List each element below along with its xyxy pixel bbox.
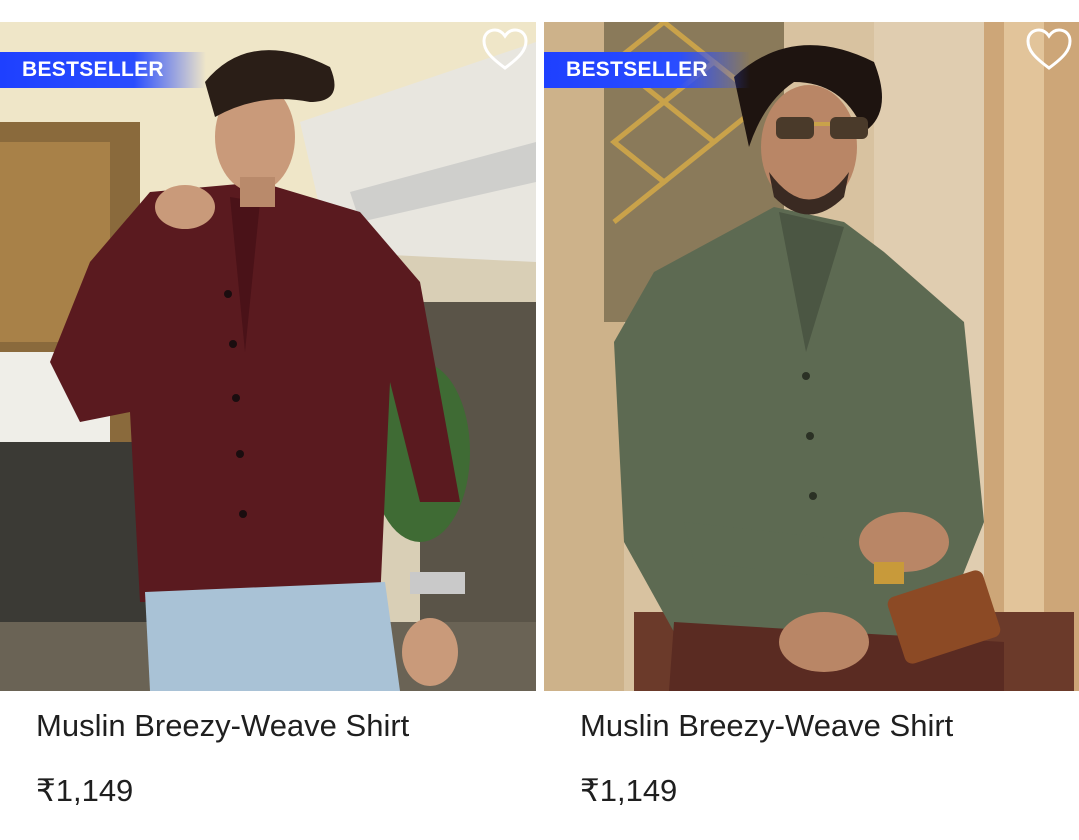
product-image[interactable]: BESTSELLER bbox=[0, 22, 536, 691]
bestseller-badge: BESTSELLER bbox=[544, 52, 750, 88]
product-photo-olive-shirt bbox=[544, 22, 1079, 691]
product-title[interactable]: Muslin Breezy-Weave Shirt bbox=[36, 708, 409, 744]
bestseller-badge: BESTSELLER bbox=[0, 52, 206, 88]
wishlist-heart-icon[interactable] bbox=[1024, 26, 1074, 74]
product-card[interactable]: BESTSELLER Muslin Breezy-Weave Shirt ₹1,… bbox=[0, 22, 536, 822]
wishlist-heart-icon[interactable] bbox=[480, 26, 530, 74]
product-card[interactable]: BESTSELLER Muslin Breezy-Weave Shirt ₹1,… bbox=[544, 22, 1079, 822]
product-photo-maroon-shirt bbox=[0, 22, 536, 691]
product-grid: BESTSELLER Muslin Breezy-Weave Shirt ₹1,… bbox=[0, 0, 1079, 840]
product-image[interactable]: BESTSELLER bbox=[544, 22, 1079, 691]
product-price: ₹1,149 bbox=[580, 773, 678, 808]
product-title[interactable]: Muslin Breezy-Weave Shirt bbox=[580, 708, 953, 744]
product-price: ₹1,149 bbox=[36, 773, 134, 808]
